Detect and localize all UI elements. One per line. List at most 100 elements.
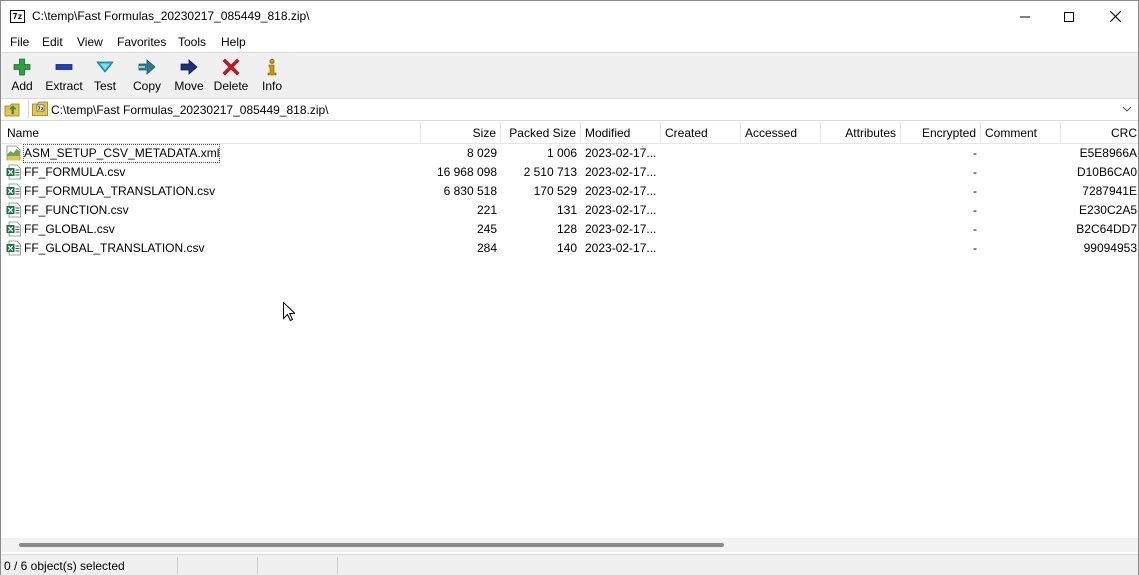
cell-crc: 7287941E [1082, 184, 1137, 198]
add-button[interactable]: Add [6, 55, 38, 97]
cell-modified: 2023-02-17... [585, 184, 657, 198]
col-header-crc[interactable]: CRC [1061, 122, 1138, 144]
file-row[interactable]: ASM_SETUP_CSV_METADATA.xml 8 029 1 006 2023… [1, 144, 1138, 163]
cell-crc: E230C2A5 [1078, 203, 1137, 217]
col-header-packed-size[interactable]: Packed Size [501, 122, 581, 144]
info-label: Info [261, 79, 282, 93]
info-button[interactable]: Info [258, 55, 286, 97]
col-header-attributes[interactable]: Attributes [821, 122, 901, 144]
add-label: Add [11, 79, 33, 93]
menu-file[interactable]: File [10, 35, 29, 49]
cell-encrypted: - [973, 184, 977, 198]
test-button[interactable]: Test [90, 55, 120, 97]
menu-edit[interactable]: Edit [42, 35, 63, 49]
cell-accessed [741, 201, 821, 220]
cell-packed: 1 006 [546, 146, 577, 160]
close-icon [1109, 11, 1121, 22]
col-header-name[interactable]: Name [1, 122, 421, 144]
cell-accessed [741, 220, 821, 239]
menu-tools[interactable]: Tools [178, 35, 206, 49]
cell-size: 8 029 [466, 146, 497, 160]
info-icon [267, 58, 277, 76]
minus-icon [55, 64, 73, 70]
cell-encrypted: - [973, 165, 977, 179]
address-combobox[interactable]: 7z C:\temp\Fast Formulas_20230217_085449… [28, 100, 1138, 119]
cell-created [661, 239, 741, 258]
file-name: FF_GLOBAL.csv [24, 222, 115, 236]
file-row[interactable]: FF_FUNCTION.csv 221 131 2023-02-17... - E230C… [1, 201, 1138, 220]
status-divider [257, 557, 258, 574]
file-name: FF_FUNCTION.csv [24, 203, 129, 217]
cell-encrypted: - [973, 222, 977, 236]
cell-modified: 2023-02-17... [585, 165, 657, 179]
cell-created [661, 220, 741, 239]
cell-comment [981, 201, 1061, 220]
cell-packed: 140 [556, 241, 577, 255]
menu-favorites[interactable]: Favorites [117, 35, 166, 49]
close-button[interactable] [1092, 1, 1138, 32]
cell-modified: 2023-02-17... [585, 222, 657, 236]
copy-button[interactable]: Copy [129, 55, 165, 97]
move-button[interactable]: Move [172, 55, 206, 97]
file-row[interactable]: FF_GLOBAL.csv 245 128 2023-02-17... - B2C64DD… [1, 220, 1138, 239]
list-header: Name Size Packed Size Modified Created A… [1, 122, 1138, 144]
cell-attributes [821, 201, 901, 220]
extract-button[interactable]: Extract [42, 55, 86, 97]
col-header-size[interactable]: Size [421, 122, 501, 144]
minimize-button[interactable] [1002, 1, 1048, 32]
col-header-created[interactable]: Created [661, 122, 741, 144]
cell-size: 6 830 518 [443, 184, 497, 198]
cell-modified: 2023-02-17... [585, 203, 657, 217]
horizontal-scrollbar[interactable] [1, 538, 1138, 552]
cell-comment [981, 144, 1061, 163]
title-bar[interactable]: 7z C:\temp\Fast Formulas_20230217_085449… [1, 1, 1138, 32]
cell-comment [981, 220, 1061, 239]
delete-button[interactable]: Delete [211, 55, 251, 97]
menu-bar: File Edit View Favorites Tools Help [1, 32, 1138, 52]
window-title: C:\temp\Fast Formulas_20230217_085449_81… [32, 9, 310, 23]
status-divider [337, 557, 338, 574]
delete-label: Delete [213, 79, 249, 93]
cell-accessed [741, 144, 821, 163]
cell-modified: 2023-02-17... [585, 241, 657, 255]
scrollbar-thumb[interactable] [19, 543, 724, 547]
cell-encrypted: - [973, 146, 977, 160]
file-name: ASM_SETUP_CSV_METADATA.xml [23, 144, 221, 163]
chevron-down-icon[interactable] [1122, 105, 1132, 113]
cell-accessed [741, 239, 821, 258]
archive-icon: 7z [32, 101, 48, 116]
excel-file-icon [6, 240, 21, 256]
file-row[interactable]: FF_FORMULA_TRANSLATION.csv 6 830 518 170 5… [1, 182, 1138, 201]
toolbar: Add Extract Test Copy Move Delete Info [1, 52, 1138, 98]
cell-crc: B2C64DD7 [1076, 222, 1137, 236]
col-header-accessed[interactable]: Accessed [741, 122, 821, 144]
file-list[interactable]: Name Size Packed Size Modified Created A… [1, 122, 1138, 538]
menu-help[interactable]: Help [221, 35, 246, 49]
col-header-comment[interactable]: Comment [981, 122, 1061, 144]
cell-size: 284 [476, 241, 497, 255]
excel-file-icon [6, 164, 21, 180]
maximize-button[interactable] [1046, 1, 1092, 32]
cell-accessed [741, 182, 821, 201]
cell-encrypted: - [973, 203, 977, 217]
minimize-icon [1020, 16, 1030, 17]
cell-accessed [741, 163, 821, 182]
cell-attributes [821, 144, 901, 163]
cell-packed: 2 510 713 [523, 165, 577, 179]
maximize-icon [1064, 11, 1074, 22]
cell-attributes [821, 182, 901, 201]
check-icon [96, 61, 114, 73]
col-header-encrypted[interactable]: Encrypted [901, 122, 981, 144]
file-row[interactable]: FF_FORMULA.csv 16 968 098 2 510 713 2023-02… [1, 163, 1138, 182]
cell-size: 221 [476, 203, 497, 217]
menu-view[interactable]: View [77, 35, 103, 49]
cell-size: 16 968 098 [436, 165, 497, 179]
extract-label: Extract [45, 79, 83, 93]
up-folder-button[interactable] [4, 101, 21, 118]
double-arrow-right-icon [138, 59, 156, 75]
app-icon: 7z [10, 10, 25, 23]
file-row[interactable]: FF_GLOBAL_TRANSLATION.csv 284 140 2023-02-1… [1, 239, 1138, 258]
cell-attributes [821, 239, 901, 258]
col-header-modified[interactable]: Modified [581, 122, 661, 144]
file-name: FF_FORMULA_TRANSLATION.csv [24, 184, 216, 198]
